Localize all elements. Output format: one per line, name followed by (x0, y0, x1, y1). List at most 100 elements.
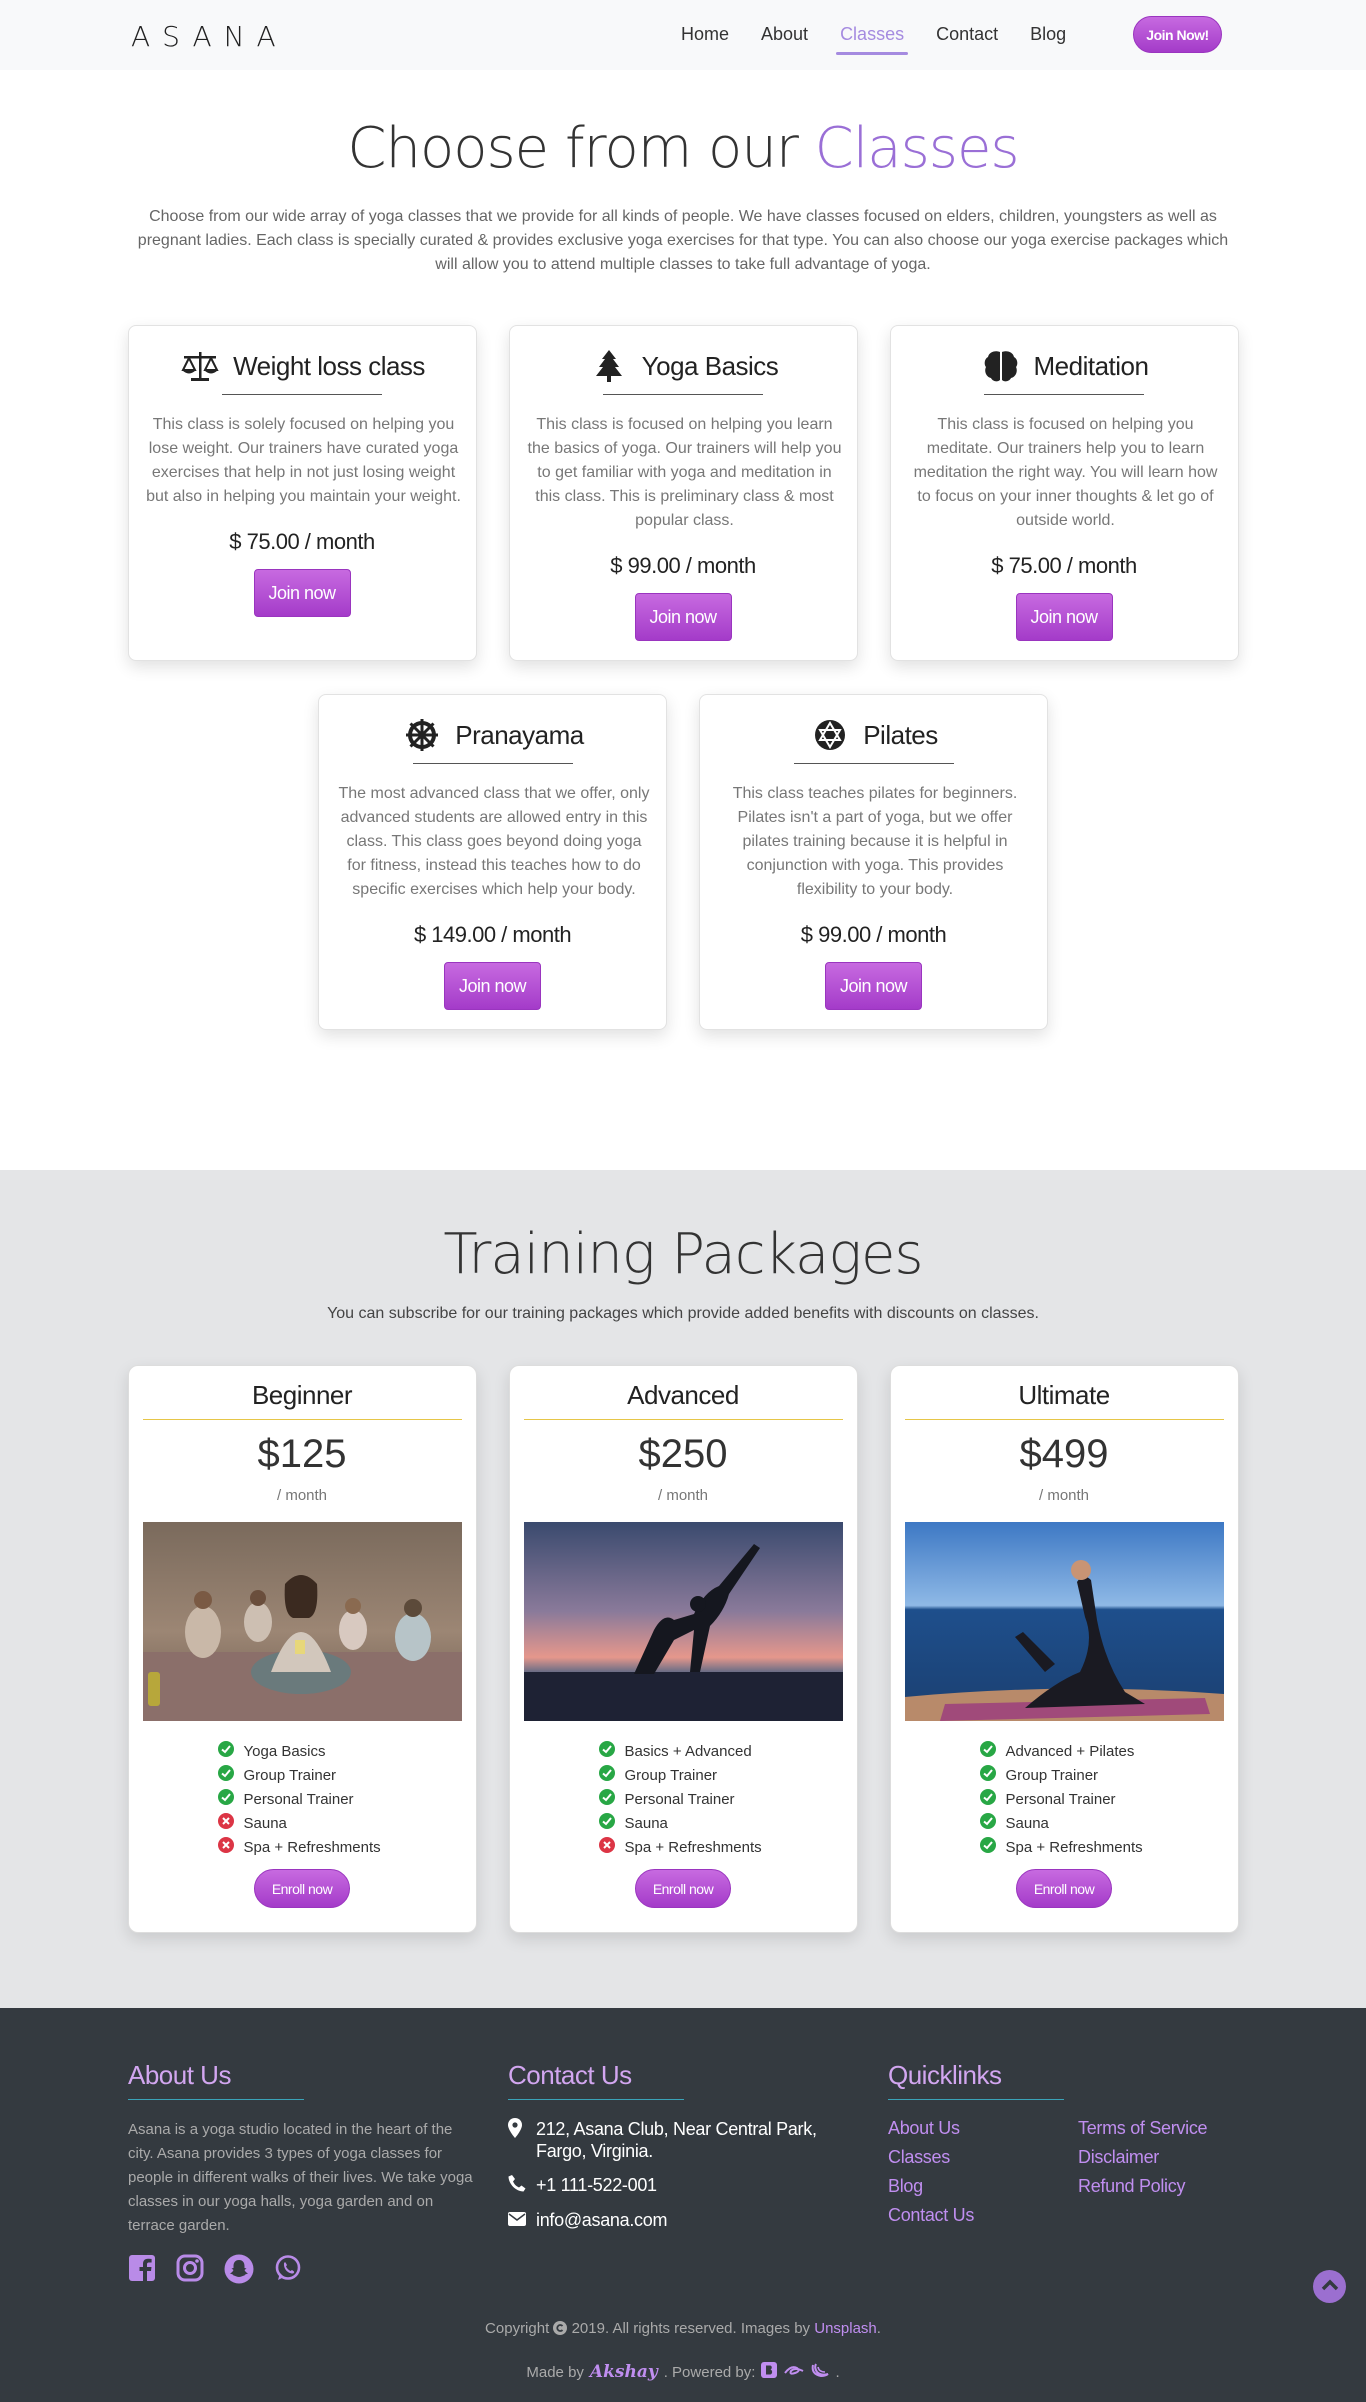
nav-link-contact[interactable]: Contact (920, 24, 1014, 45)
author-signature[interactable]: Akshay (590, 2362, 658, 2382)
class-price: $ 99.00 / month (610, 553, 756, 578)
package-features: Advanced + Pilates Group Trainer Persona… (979, 1739, 1224, 1859)
powered-by-label: . Powered by: (663, 2363, 756, 2381)
join-now-button[interactable]: Join Now! (1133, 16, 1222, 53)
feature-label: Basics + Advanced (624, 1742, 752, 1760)
feature-item: Group Trainer (598, 1763, 843, 1787)
join-class-button[interactable]: Join now (825, 962, 922, 1010)
feature-item: Spa + Refreshments (598, 1835, 843, 1859)
quicklink-refund-policy[interactable]: Refund Policy (1078, 2176, 1248, 2197)
enroll-button[interactable]: Enroll now (254, 1869, 350, 1908)
check-icon (598, 1741, 615, 1761)
feature-item: Personal Trainer (598, 1787, 843, 1811)
phone-text[interactable]: +1 111-522-001 (536, 2174, 657, 2197)
feature-item: Basics + Advanced (598, 1739, 843, 1763)
quicklink-about-us[interactable]: About Us (888, 2118, 1078, 2139)
brand-logo[interactable]: ASANA (131, 20, 288, 53)
check-icon (979, 1837, 996, 1857)
made-by-label: Made by (526, 2363, 584, 2381)
top-navbar: ASANA Home About Classes Contact Blog Jo… (0, 0, 1366, 70)
class-cards-row-2: Pranayama The most advanced class that w… (0, 694, 1366, 1030)
feature-label: Personal Trainer (1005, 1790, 1116, 1808)
package-features: Yoga Basics Group Trainer Personal Train… (217, 1739, 462, 1859)
check-icon (979, 1741, 996, 1761)
nav-links: Home About Classes Contact Blog (665, 24, 1082, 55)
class-divider (222, 394, 382, 395)
enroll-button[interactable]: Enroll now (1016, 1869, 1112, 1908)
check-icon (979, 1789, 996, 1809)
quicklink-disclaimer[interactable]: Disclaimer (1078, 2147, 1248, 2168)
package-cards-row: Beginner $125 / month Yoga Basics Group … (0, 1365, 1366, 1933)
site-footer: About Us Asana is a yoga studio located … (0, 2008, 1366, 2402)
scroll-to-top-button[interactable] (1313, 2270, 1346, 2303)
cross-icon (598, 1837, 615, 1857)
enroll-button[interactable]: Enroll now (635, 1869, 731, 1908)
package-price: $499 (1019, 1432, 1109, 1476)
footer-about-title: About Us (128, 2060, 304, 2100)
map-marker-icon (508, 2118, 526, 2162)
feature-label: Yoga Basics (243, 1742, 326, 1760)
address-line: 212, Asana Club, Near Central Park, Farg… (508, 2118, 848, 2162)
packages-title: Training Packages (443, 1222, 923, 1287)
class-description: The most advanced class that we offer, o… (338, 785, 650, 898)
nav-link-blog[interactable]: Blog (1014, 24, 1082, 45)
package-name: Beginner (142, 1380, 462, 1420)
snapchat-icon[interactable] (224, 2254, 254, 2289)
nav-link-about[interactable]: About (745, 24, 824, 45)
class-title: Pilates (863, 719, 938, 750)
package-name: Ultimate (904, 1380, 1224, 1420)
cross-icon (217, 1837, 234, 1857)
class-card-meditation: Meditation This class is focused on help… (889, 325, 1239, 661)
sunset-yoga-silhouette-photo (523, 1522, 843, 1721)
quicklinks-grid: About Us Terms of Service Classes Discla… (888, 2118, 1248, 2226)
class-divider (412, 763, 573, 764)
footer-about-text: Asana is a yoga studio located in the he… (128, 2121, 473, 2234)
footer-contact: Contact Us 212, Asana Club, Near Central… (508, 2060, 868, 2231)
check-icon (979, 1813, 996, 1833)
jquery-icon[interactable] (811, 2362, 829, 2382)
chevron-up-icon (1321, 2278, 1339, 2296)
quicklink-terms[interactable]: Terms of Service (1078, 2118, 1248, 2139)
feature-label: Spa + Refreshments (624, 1838, 762, 1856)
join-class-button[interactable]: Join now (1015, 593, 1113, 641)
feature-item: Advanced + Pilates (979, 1739, 1224, 1763)
balance-scale-icon (179, 348, 221, 384)
whatsapp-icon[interactable] (274, 2254, 302, 2289)
quicklink-contact-us[interactable]: Contact Us (888, 2205, 1078, 2226)
quicklink-classes[interactable]: Classes (888, 2147, 1078, 2168)
quicklink-blog[interactable]: Blog (888, 2176, 1078, 2197)
class-description: This class teaches pilates for beginners… (732, 785, 1018, 898)
bootstrap-icon[interactable] (761, 2362, 778, 2382)
envelope-icon (508, 2209, 526, 2231)
nav-link-classes[interactable]: Classes (824, 24, 920, 55)
facebook-icon[interactable] (128, 2254, 156, 2289)
classes-title-main: Choose from our (347, 116, 815, 181)
seaside-yoga-photo (904, 1522, 1224, 1721)
unsplash-link[interactable]: Unsplash (814, 2320, 877, 2337)
class-description: This class is solely focused on helping … (146, 416, 461, 505)
check-icon (217, 1789, 234, 1809)
footer-contact-title: Contact Us (508, 2060, 684, 2100)
sass-icon[interactable] (783, 2363, 805, 2381)
instagram-icon[interactable] (176, 2254, 204, 2289)
package-period: / month (276, 1487, 328, 1504)
classes-title: Choose from our Classes (0, 116, 1366, 181)
nav-link-home[interactable]: Home (665, 24, 745, 45)
feature-item: Sauna (598, 1811, 843, 1835)
package-card-advanced: Advanced $250 / month Basics + Advanced … (508, 1365, 858, 1933)
class-card-weight-loss: Weight loss class This class is solely f… (127, 325, 477, 661)
join-class-button[interactable]: Join now (253, 569, 351, 617)
join-class-button[interactable]: Join now (634, 593, 732, 641)
package-period: / month (657, 1487, 709, 1504)
check-icon (598, 1789, 615, 1809)
join-class-button[interactable]: Join now (444, 962, 541, 1010)
feature-item: Yoga Basics (217, 1739, 462, 1763)
footer-about: About Us Asana is a yoga studio located … (128, 2060, 488, 2289)
package-price: $250 (638, 1432, 728, 1476)
class-divider (793, 763, 954, 764)
email-text[interactable]: info@asana.com (536, 2209, 667, 2231)
phone-line: +1 111-522-001 (508, 2174, 848, 2197)
group-meditation-photo (142, 1522, 462, 1721)
class-title: Yoga Basics (641, 350, 779, 381)
classes-intro: Choose from our wide array of yoga class… (137, 208, 1229, 273)
